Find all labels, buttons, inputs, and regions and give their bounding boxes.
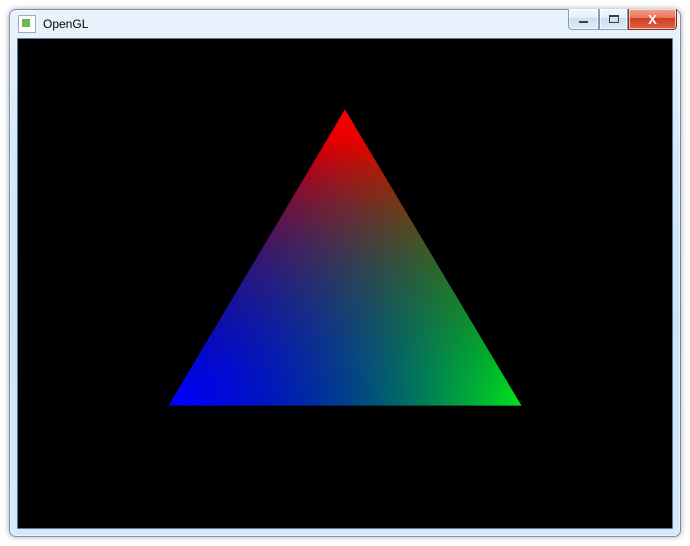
caption-buttons: X (568, 9, 677, 30)
title-bar[interactable]: OpenGL X (10, 10, 680, 38)
close-icon: X (648, 13, 657, 26)
close-button[interactable]: X (628, 9, 677, 30)
opengl-viewport (17, 38, 673, 529)
app-window: OpenGL X (9, 9, 681, 537)
minimize-icon (579, 21, 588, 23)
app-icon (18, 15, 36, 33)
maximize-icon (609, 15, 619, 23)
window-title: OpenGL (43, 16, 88, 32)
render-surface (18, 39, 672, 528)
minimize-button[interactable] (568, 9, 599, 30)
maximize-button[interactable] (599, 9, 628, 30)
